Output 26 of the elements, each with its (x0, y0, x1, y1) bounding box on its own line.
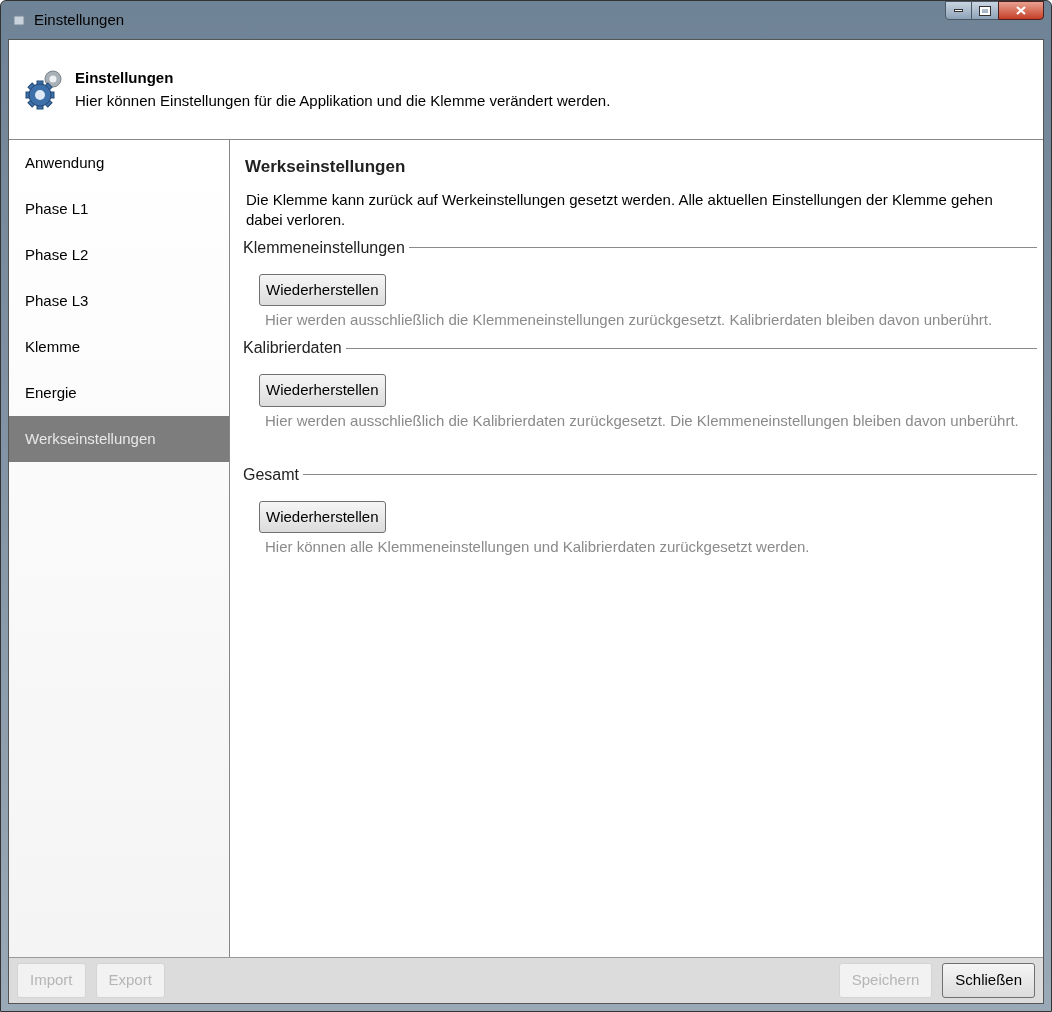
header-description: Hier können Einstellungen für die Applikation und die Klemme verändert werden. (75, 90, 611, 111)
close-button[interactable] (998, 1, 1044, 20)
minimize-button[interactable] (945, 1, 972, 20)
window-title: Einstellungen (34, 9, 125, 30)
sidebar-item[interactable]: Klemme (9, 324, 229, 370)
sidebar-item[interactable]: Anwendung (9, 140, 229, 186)
sidebar-item[interactable]: Phase L3 (9, 278, 229, 324)
maximize-button[interactable] (972, 1, 998, 20)
header-title: Einstellungen (75, 68, 175, 88)
footer-button[interactable]: Schließen (942, 963, 1035, 998)
restore-button[interactable]: Wiederherstellen (259, 500, 386, 533)
section-heading: Kalibrierdaten (243, 338, 342, 358)
page-title: Werkseinstellungen (245, 156, 407, 178)
sidebar-item[interactable]: Phase L1 (9, 186, 229, 232)
restore-button[interactable]: Wiederherstellen (259, 374, 386, 407)
section-note: Hier werden ausschließlich die Kalibrierdaten zurückgesetzt. Die Klemmeneinstellungen bleiben davon unberührt. (265, 410, 1020, 431)
section-heading: Gesamt (243, 464, 299, 485)
intro-text: Die Klemme kann zurück auf Werkeinstellungen gesetzt werden. Alle aktuellen Einstellungen der Klemme gehen dabei verloren. (246, 189, 994, 230)
restore-button[interactable]: Wiederherstellen (259, 273, 386, 306)
close-icon (1016, 6, 1026, 15)
section-note: Hier werden ausschließlich die Klemmeneinstellungen zurückgesetzt. Kalibrierdaten bleiben davon unberührt. (265, 310, 994, 330)
window-icon (12, 13, 26, 27)
sidebar-item[interactable]: Phase L2 (9, 232, 229, 278)
section-note: Hier können alle Klemmeneinstellungen und Kalibrierdaten zurückgesetzt werden. (265, 537, 811, 557)
sidebar-item[interactable]: Energie (9, 370, 229, 416)
section-heading: Klemmeneinstellungen (243, 237, 405, 258)
